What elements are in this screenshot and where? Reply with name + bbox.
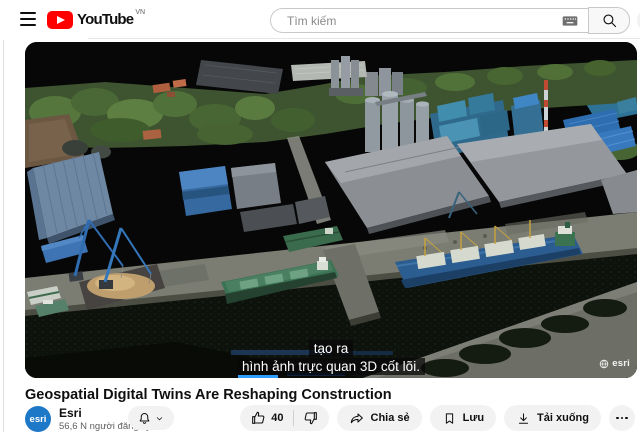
esri-watermark-text: esri (612, 358, 630, 369)
like-button[interactable]: 40 (250, 410, 283, 426)
search-icon (601, 12, 618, 29)
share-button[interactable]: Chia sẻ (337, 405, 422, 431)
like-dislike-pill: 40 (240, 405, 328, 431)
thumb-up-icon (250, 410, 266, 426)
channel-avatar[interactable]: esri (25, 406, 51, 432)
search-button[interactable] (588, 7, 630, 34)
progress-bar-segment[interactable] (238, 375, 278, 378)
like-count: 40 (271, 412, 283, 424)
esri-globe-icon (599, 359, 609, 369)
more-actions-button[interactable] (609, 405, 635, 431)
ellipsis-icon (616, 417, 619, 420)
thumb-down-icon (303, 410, 319, 426)
bell-icon (137, 411, 152, 426)
esri-watermark: esri (599, 358, 630, 369)
youtube-logo[interactable]: YouTube VN (47, 10, 145, 30)
search-box[interactable] (270, 8, 588, 33)
dislike-button[interactable] (303, 410, 319, 426)
chevron-down-icon (154, 413, 165, 424)
notification-bell-button[interactable] (128, 406, 174, 430)
action-button-row: 40 Chia sẻ Lưu Tải xuống (240, 405, 635, 431)
download-button[interactable]: Tải xuống (504, 405, 601, 431)
channel-avatar-text: esri (30, 414, 47, 425)
download-label: Tải xuống (537, 412, 589, 424)
video-title: Geospatial Digital Twins Are Reshaping C… (25, 387, 625, 403)
hamburger-menu-icon[interactable] (20, 12, 36, 26)
youtube-region-label: VN (135, 9, 145, 16)
save-label: Lưu (463, 412, 484, 424)
bookmark-icon (442, 411, 457, 426)
video-player[interactable]: esri tạo ra hình ảnh trực quan 3D cốt lõ… (25, 42, 637, 378)
save-button[interactable]: Lưu (430, 405, 496, 431)
youtube-play-icon (47, 11, 73, 29)
window-edge-line (3, 0, 4, 432)
top-header: YouTube VN (0, 0, 640, 40)
pill-divider (293, 410, 294, 426)
share-icon (349, 410, 365, 426)
keyboard-icon[interactable] (562, 15, 578, 27)
channel-name[interactable]: Esri (59, 406, 82, 420)
download-icon (516, 411, 531, 426)
share-label: Chia sẻ (371, 412, 410, 424)
video-scene (25, 42, 637, 378)
header-divider (88, 38, 640, 39)
search-area (270, 7, 640, 34)
youtube-logo-text: YouTube (77, 10, 133, 30)
search-input[interactable] (285, 13, 562, 29)
